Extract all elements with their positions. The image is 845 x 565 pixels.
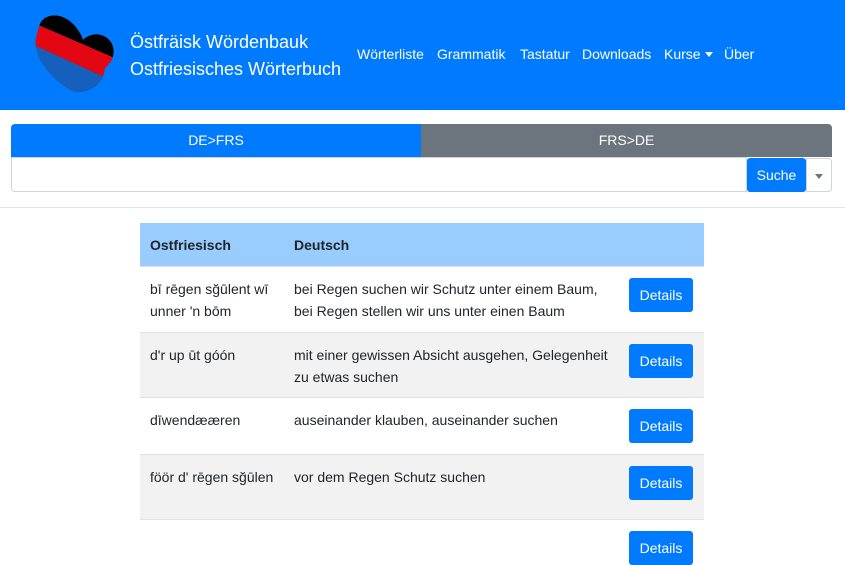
brand-title[interactable]: Östfräisk Wördenbauk Ostfriesisches Wört… xyxy=(130,29,341,83)
header-ostfriesisch: Ostfriesisch xyxy=(150,237,231,253)
caret-down-icon xyxy=(704,52,713,57)
details-button[interactable]: Details xyxy=(629,344,693,378)
header-deutsch: Deutsch xyxy=(294,237,350,253)
details-button[interactable]: Details xyxy=(629,531,693,565)
details-button[interactable]: Details xyxy=(629,409,693,443)
cell-frisian: d'r up ūt góón xyxy=(150,347,236,363)
cell-frisian: föör d' rēgen sğūlen xyxy=(150,469,274,485)
cell-frisian: dīwendææren xyxy=(150,412,241,428)
brand-line-frisian: Östfräisk Wördenbauk xyxy=(130,32,309,52)
table-row: bī rēgen sğūlent wī unner 'n bōm bei Reg… xyxy=(140,266,704,332)
cell-german: vor dem Regen Schutz suchen xyxy=(294,469,486,485)
nav-tastatur[interactable]: Tastatur xyxy=(520,44,570,64)
caret-down-icon xyxy=(815,174,823,179)
nav-ueber[interactable]: Über xyxy=(724,44,754,64)
search-button[interactable]: Suche xyxy=(747,158,806,192)
nav-grammatik[interactable]: Grammatik xyxy=(437,44,505,64)
details-button[interactable]: Details xyxy=(629,278,693,312)
navbar: Östfräisk Wördenbauk Ostfriesisches Wört… xyxy=(0,0,845,110)
divider xyxy=(0,207,845,208)
cell-german: mit einer gewissen Absicht ausgehen, Gel… xyxy=(294,347,608,385)
nav-kurse-dropdown[interactable]: Kurse xyxy=(664,44,713,64)
table-row: föör d' rēgen sğūlen vor dem Regen Schut… xyxy=(140,454,704,520)
nav-woerterliste[interactable]: Wörterliste xyxy=(357,44,424,64)
tab-de-frs[interactable]: DE>FRS xyxy=(11,124,421,157)
heart-flag-logo[interactable] xyxy=(27,12,115,94)
cell-frisian: bī rēgen sğūlent wī unner 'n bōm xyxy=(150,281,269,319)
table-row: dīwendææren auseinander klauben, auseina… xyxy=(140,397,704,455)
details-button[interactable]: Details xyxy=(629,466,693,500)
table-row: Details xyxy=(140,519,704,565)
brand-line-german: Ostfriesisches Wörterbuch xyxy=(130,59,342,79)
results-table-header: Ostfriesisch Deutsch xyxy=(140,223,704,266)
nav-kurse-label: Kurse xyxy=(664,46,701,62)
search-options-dropdown[interactable] xyxy=(806,158,832,192)
cell-german: auseinander klauben, auseinander suchen xyxy=(294,412,558,428)
search-input[interactable] xyxy=(11,157,747,192)
direction-tabs: DE>FRS FRS>DE xyxy=(11,124,832,157)
table-row: d'r up ūt góón mit einer gewissen Absich… xyxy=(140,332,704,398)
nav-downloads[interactable]: Downloads xyxy=(582,44,651,64)
tab-frs-de[interactable]: FRS>DE xyxy=(421,124,832,157)
cell-german: bei Regen suchen wir Schutz unter einem … xyxy=(294,281,598,319)
